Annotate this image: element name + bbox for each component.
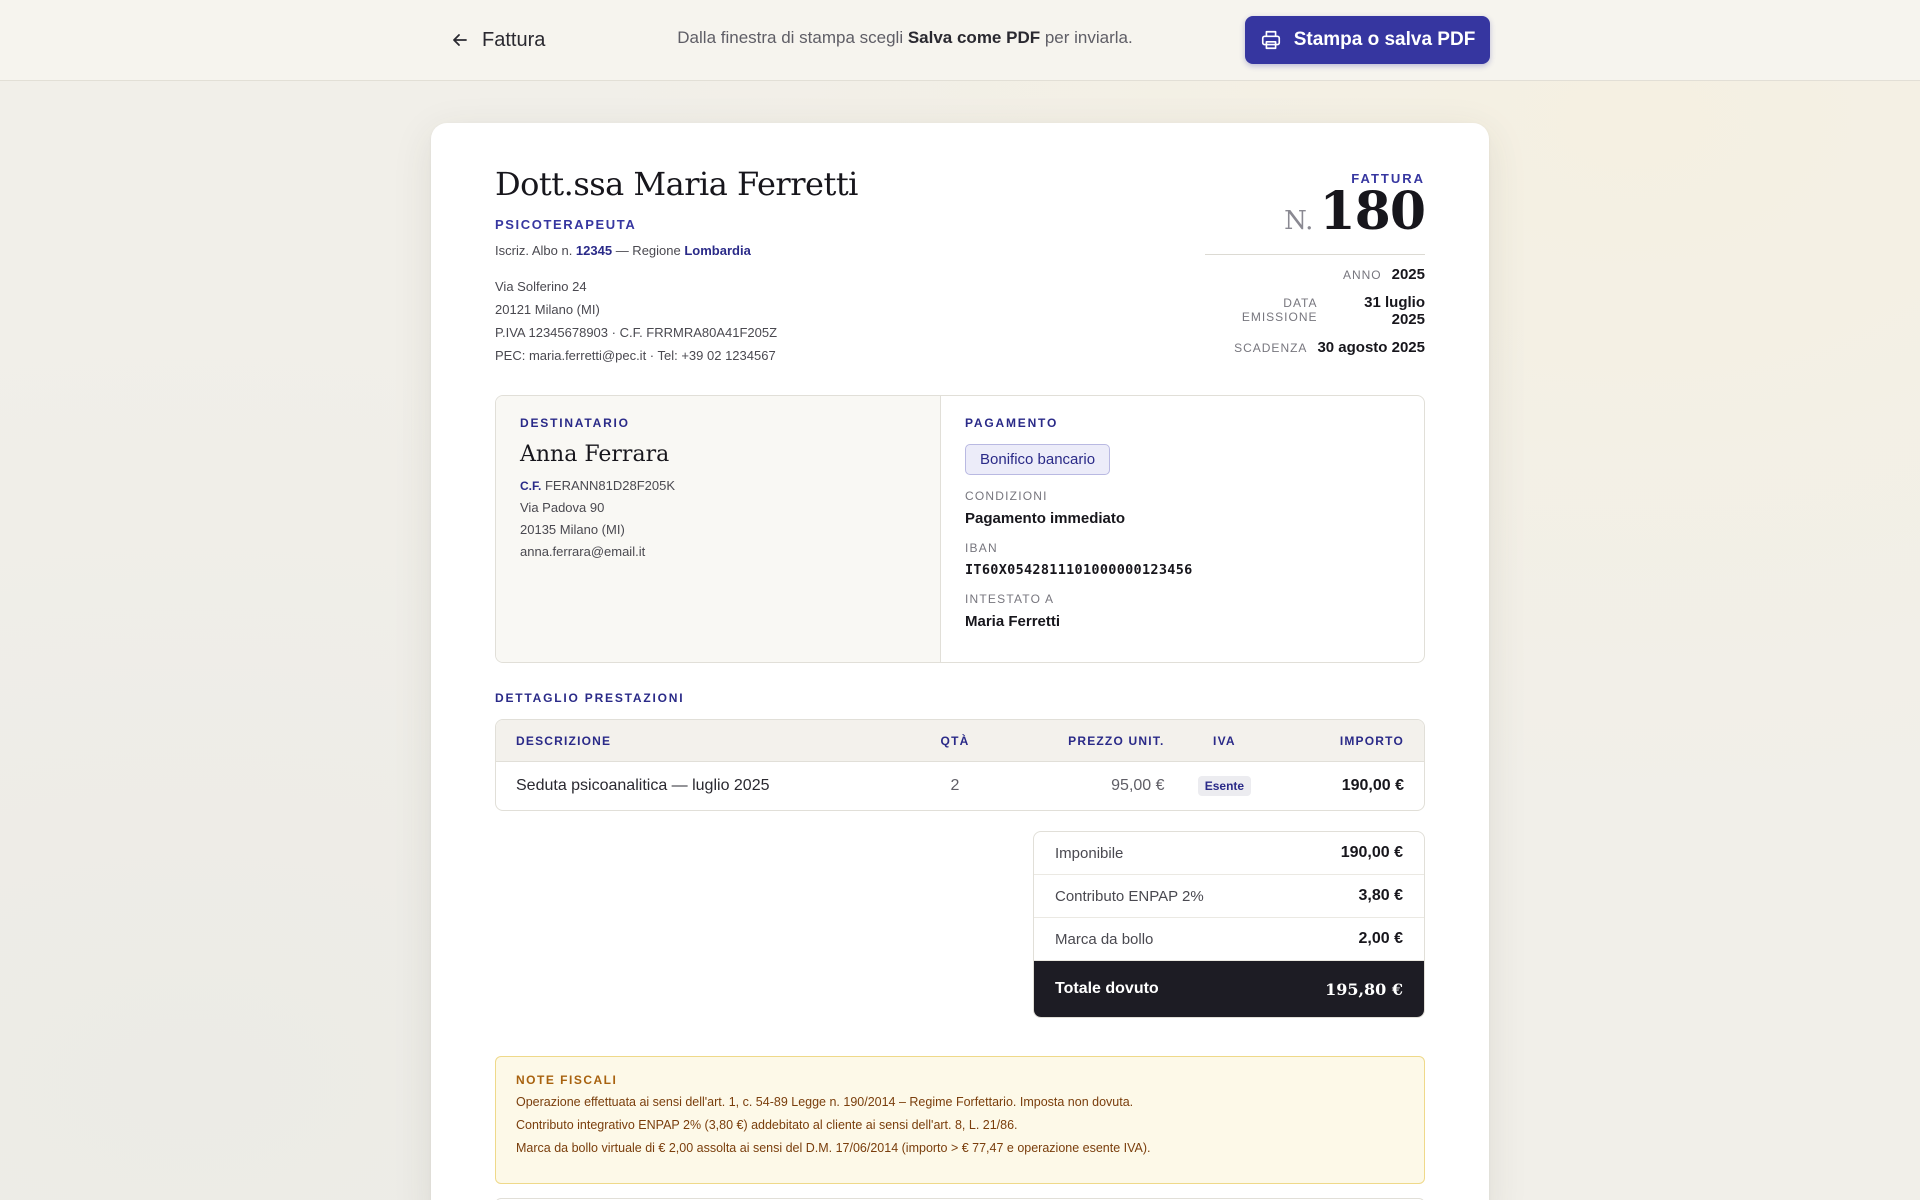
- cf-label: C.F.: [520, 479, 542, 493]
- total-value: 190,00 €: [1340, 844, 1403, 861]
- note-line: Contributo integrativo ENPAP 2% (3,80 €)…: [516, 1118, 1018, 1132]
- back-link[interactable]: Fattura: [450, 26, 545, 54]
- notes-title: NOTE FISCALI: [516, 1073, 618, 1087]
- iban-label: IBAN: [965, 541, 998, 555]
- cell-amount: 190,00 €: [1341, 777, 1404, 794]
- payment-method-badge: Bonifico bancario: [965, 444, 1111, 475]
- fiscal-notes: NOTE FISCALI Operazione effettuata ai se…: [495, 1056, 1425, 1184]
- iban-value: IT60X0542811101000000123456: [965, 562, 1193, 578]
- cf-value: FERANN81D28F205K: [544, 478, 676, 493]
- issuer-albo: Iscriz. Albo n. 12345 — Regione Lombardi…: [495, 243, 751, 258]
- cell-quantity: 2: [950, 777, 960, 794]
- invoice-number-prefix: N.: [1284, 206, 1314, 236]
- total-label: Marca da bollo: [1055, 930, 1154, 948]
- meta-key: DATA EMISSIONE: [1241, 296, 1318, 324]
- print-button[interactable]: Stampa o salva PDF: [1245, 16, 1490, 64]
- invoice-number-value: 180: [1319, 181, 1426, 242]
- meta-issue-date: DATA EMISSIONE 31 luglio 2025: [1205, 294, 1425, 328]
- issuer-address-line: 20121 Milano (MI): [495, 302, 600, 317]
- table-header: DESCRIZIONE QTÀ PREZZO UNIT. IVA IMPORTO: [496, 720, 1424, 762]
- albo-mid: — Regione: [612, 243, 685, 258]
- col-unit-price: PREZZO UNIT.: [1068, 733, 1165, 748]
- conditions-label: CONDIZIONI: [965, 489, 1048, 503]
- recipient-title: DESTINATARIO: [520, 416, 630, 430]
- recipient-box: DESTINATARIO Anna Ferrara C.F. FERANN81D…: [496, 396, 941, 662]
- total-row-imponibile: Imponibile 190,00 €: [1034, 832, 1424, 875]
- vat-badge: Esente: [1197, 776, 1252, 796]
- meta-value: 30 agosto 2025: [1317, 339, 1425, 356]
- issuer-address-line: PEC: maria.ferretti@pec.it · Tel: +39 02…: [495, 348, 776, 363]
- print-hint: Dalla finestra di stampa scegli Salva co…: [560, 28, 1250, 48]
- issuer-name: Dott.ssa Maria Ferretti: [495, 165, 858, 203]
- totals-box: Imponibile 190,00 € Contributo ENPAP 2% …: [1033, 831, 1425, 1018]
- cell-unit-price: 95,00 €: [1111, 777, 1165, 794]
- divider: [1205, 254, 1425, 255]
- recipient-cf: C.F. FERANN81D28F205K: [520, 475, 916, 497]
- total-value: 2,00 €: [1358, 930, 1403, 947]
- meta-year: ANNO 2025: [1205, 266, 1425, 283]
- note-line: Marca da bollo virtuale di € 2,00 assolt…: [516, 1141, 1151, 1155]
- meta-key: ANNO: [1342, 268, 1382, 282]
- back-label: Fattura: [482, 28, 546, 51]
- note-line: Operazione effettuata ai sensi dell'art.…: [516, 1095, 1134, 1109]
- recipient-name: Anna Ferrara: [520, 442, 670, 467]
- print-button-label: Stampa o salva PDF: [1293, 29, 1476, 50]
- hint-text-start: Dalla finestra di stampa scegli: [677, 28, 908, 47]
- total-due-value: 195,80 €: [1325, 979, 1403, 999]
- conditions-value: Pagamento immediato: [965, 510, 1126, 527]
- printer-icon: [1261, 30, 1280, 50]
- total-value: 3,80 €: [1358, 887, 1403, 904]
- col-quantity: QTÀ: [940, 733, 970, 748]
- issuer-role: PSICOTERAPEUTA: [495, 217, 637, 232]
- total-label: Imponibile: [1055, 844, 1124, 862]
- payment-box: PAGAMENTO Bonifico bancario CONDIZIONI P…: [941, 396, 1424, 662]
- cell-description: Seduta psicoanalitica — luglio 2025: [516, 777, 770, 794]
- total-row-bollo: Marca da bollo 2,00 €: [1034, 918, 1424, 961]
- invoice-header: FATTURA N. 180 ANNO 2025 DATA EMISSIONE …: [1205, 171, 1426, 356]
- total-due-row: Totale dovuto 195,80 €: [1034, 961, 1424, 1017]
- arrow-left-icon: [453, 34, 467, 46]
- holder-value: Maria Ferretti: [965, 613, 1061, 630]
- total-label: Contributo ENPAP 2%: [1055, 887, 1204, 905]
- services-title: DETTAGLIO PRESTAZIONI: [495, 691, 685, 705]
- table-row: Seduta psicoanalitica — luglio 2025 2 95…: [496, 762, 1424, 810]
- col-description: DESCRIZIONE: [516, 733, 612, 748]
- meta-key: SCADENZA: [1234, 341, 1308, 355]
- holder-label: INTESTATO A: [965, 592, 1055, 606]
- total-due-label: Totale dovuto: [1055, 980, 1159, 997]
- albo-number: 12345: [575, 243, 613, 258]
- cell-vat: Esente: [1165, 776, 1285, 796]
- recipient-line: anna.ferrara@email.it: [520, 544, 646, 559]
- recipient-line: 20135 Milano (MI): [520, 522, 625, 537]
- meta-value: 31 luglio 2025: [1364, 294, 1425, 328]
- issuer-address-line: Via Solferino 24: [495, 279, 587, 294]
- payment-title: PAGAMENTO: [965, 416, 1059, 430]
- issuer-address-line: P.IVA 12345678903 · C.F. FRRMRA80A41F205…: [495, 325, 778, 340]
- top-bar: Fattura Dalla finestra di stampa scegli …: [0, 0, 1920, 81]
- albo-prefix: Iscriz. Albo n.: [495, 243, 576, 258]
- recipient-line: Via Padova 90: [520, 500, 605, 515]
- invoice-number: N. 180: [1205, 181, 1426, 242]
- col-vat: IVA: [1213, 733, 1236, 748]
- meta-due-date: SCADENZA 30 agosto 2025: [1205, 339, 1425, 356]
- hint-text-bold: Salva come PDF: [907, 28, 1041, 47]
- meta-value: 2025: [1391, 266, 1425, 283]
- issuer-address: Via Solferino 24 20121 Milano (MI) P.IVA…: [495, 275, 777, 367]
- col-amount: IMPORTO: [1339, 733, 1404, 748]
- invoice-paper: Dott.ssa Maria Ferretti PSICOTERAPEUTA I…: [431, 123, 1489, 1200]
- albo-region: Lombardia: [684, 243, 751, 258]
- recipient-details: C.F. FERANN81D28F205K Via Padova 90 2013…: [520, 475, 916, 563]
- recipient-payment-panel: DESTINATARIO Anna Ferrara C.F. FERANN81D…: [495, 395, 1425, 663]
- total-row-enpap: Contributo ENPAP 2% 3,80 €: [1034, 875, 1424, 918]
- hint-text-end: per inviarla.: [1040, 28, 1133, 47]
- services-table: DESCRIZIONE QTÀ PREZZO UNIT. IVA IMPORTO…: [495, 719, 1425, 811]
